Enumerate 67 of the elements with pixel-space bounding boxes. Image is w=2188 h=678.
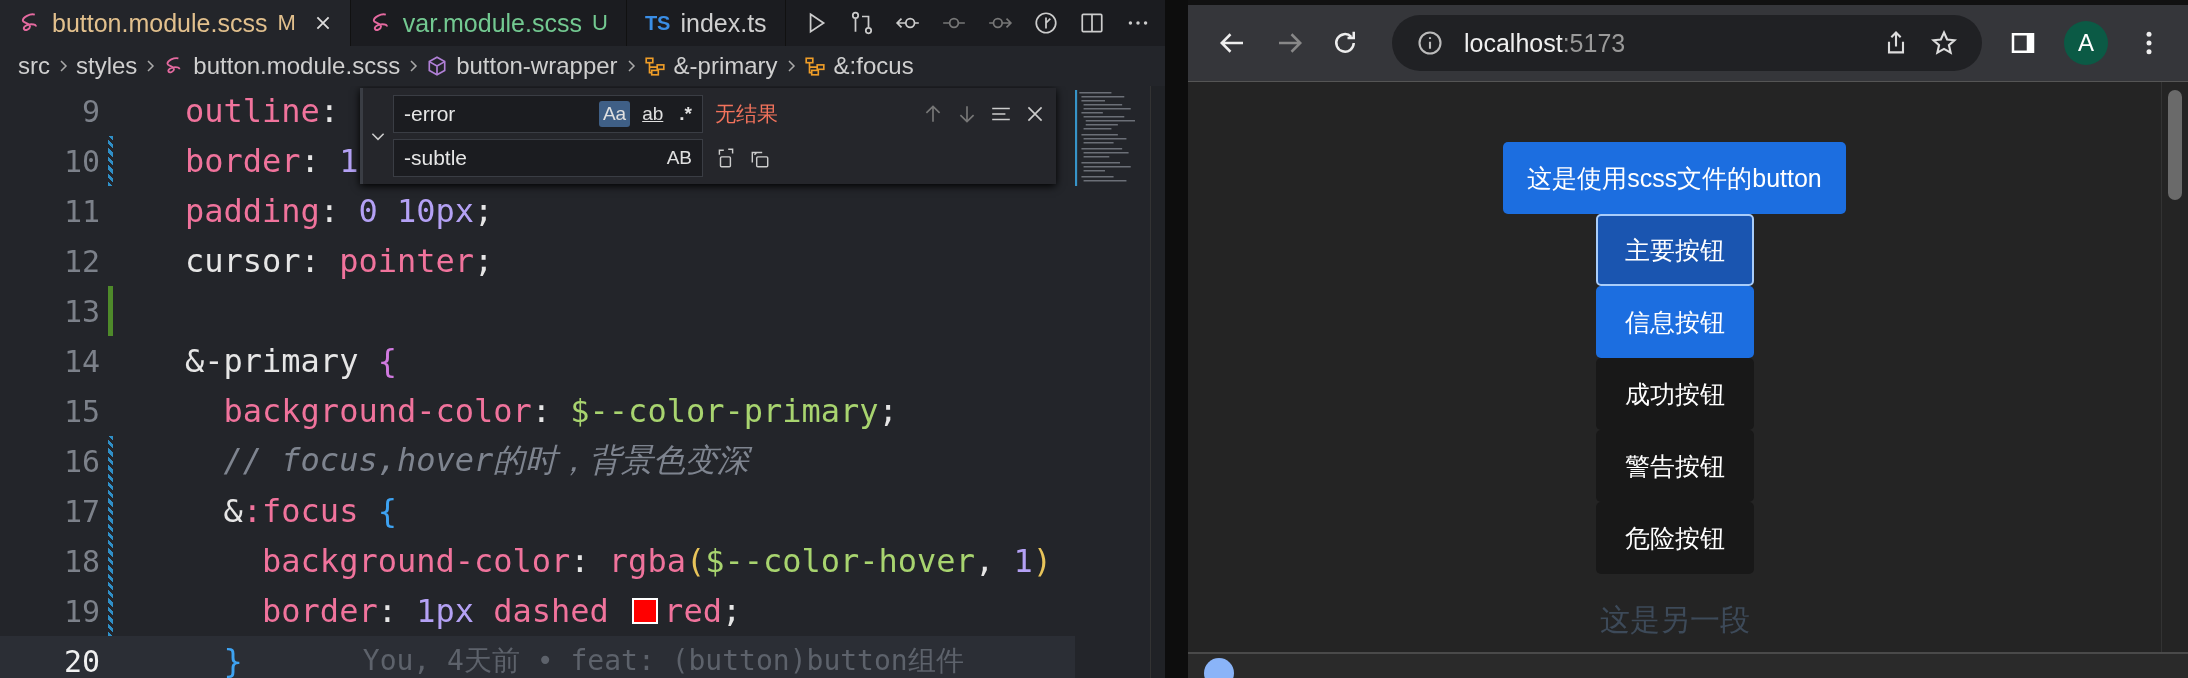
line-number: 10 xyxy=(62,143,100,179)
cube-icon xyxy=(426,55,449,77)
address-bar[interactable]: localhost:5173 xyxy=(1392,15,1982,71)
no-results-text: 无结果 xyxy=(715,101,778,127)
typescript-file-icon: TS xyxy=(644,11,671,35)
line-number: 17 xyxy=(62,493,100,529)
profile-avatar[interactable]: A xyxy=(2064,21,2108,65)
page-button[interactable]: 信息按钮 xyxy=(1595,286,1754,358)
chevron-right-icon xyxy=(58,58,68,74)
chevron-right-icon xyxy=(785,58,796,74)
url-text: localhost:5173 xyxy=(1464,28,1626,58)
breadcrumb-item[interactable]: src xyxy=(18,52,50,80)
line-number: 14 xyxy=(62,343,100,379)
line-number: 13 xyxy=(62,293,100,329)
find-option-toggle[interactable]: Aa xyxy=(598,101,631,127)
star-icon[interactable] xyxy=(1930,29,1958,57)
tab-label: button.module.scss xyxy=(52,8,268,38)
line-number: 18 xyxy=(62,543,100,579)
breadcrumb-item[interactable]: &-primary xyxy=(673,52,778,80)
line-number: 20 xyxy=(62,643,100,678)
breadcrumb-item[interactable]: button.module.scss xyxy=(193,52,401,80)
code-text: background-color: $--color-primary; xyxy=(222,392,898,430)
line-number: 12 xyxy=(62,243,100,279)
color-swatch[interactable] xyxy=(632,598,659,624)
find-option-toggle[interactable]: .* xyxy=(675,101,696,127)
chevron-right-icon xyxy=(408,58,419,74)
page-button[interactable]: 危险按钮 xyxy=(1595,502,1754,574)
code-text: padding: 0 10px; xyxy=(185,192,494,230)
tab-label: var.module.scss xyxy=(402,8,582,38)
line-number: 15 xyxy=(62,393,100,429)
code-text: red; xyxy=(664,592,742,630)
code-text: } xyxy=(222,642,243,678)
structure-icon xyxy=(643,55,666,77)
line-number: 9 xyxy=(80,93,100,129)
code-text: border: 1 xyxy=(185,142,359,180)
structure-icon xyxy=(803,55,826,77)
find-option-toggle[interactable]: ab xyxy=(638,101,668,127)
page-button[interactable]: 主要按钮 xyxy=(1595,214,1754,286)
page-button[interactable]: 警告按钮 xyxy=(1595,430,1754,502)
line-number: 19 xyxy=(62,593,100,629)
breadcrumb-item[interactable]: styles xyxy=(76,52,138,80)
page-button[interactable]: 这是使用scss文件的button xyxy=(1503,142,1846,214)
compare-changes-icon[interactable] xyxy=(849,10,875,36)
line-number: 16 xyxy=(62,443,100,479)
git-status-label: M xyxy=(277,10,296,36)
code-text: outline: xyxy=(185,92,340,130)
breadcrumb-item[interactable]: button-wrapper xyxy=(456,52,618,80)
info-icon[interactable] xyxy=(1416,29,1444,57)
code-text: border: 1px dashed xyxy=(261,592,610,630)
replace-field[interactable]: -subtle AB xyxy=(393,139,703,177)
breadcrumb-item[interactable]: &:focus xyxy=(833,52,914,80)
preserve-case-toggle[interactable]: AB xyxy=(662,145,696,171)
line-number: 11 xyxy=(62,193,100,229)
chevron-right-icon xyxy=(625,58,636,74)
page-button[interactable]: 成功按钮 xyxy=(1595,358,1754,430)
tab-label: index.ts xyxy=(680,8,767,38)
find-field[interactable]: -error Aa ab .* xyxy=(393,95,703,133)
code-text: background-color: rgba($--color-hover, 1) xyxy=(261,542,1052,580)
code-text: &-primary { xyxy=(185,342,397,380)
chevron-right-icon xyxy=(145,58,156,74)
scrollbar-thumb[interactable] xyxy=(2168,90,2182,200)
split-editor-icon[interactable] xyxy=(1079,10,1105,36)
code-text: &:focus { xyxy=(222,492,397,530)
editor-tab[interactable]: button.module.scss M xyxy=(0,0,351,46)
git-graph-icon[interactable] xyxy=(1033,10,1059,36)
git-status-label: U xyxy=(592,10,608,36)
code-text: cursor: pointer; xyxy=(185,242,494,280)
